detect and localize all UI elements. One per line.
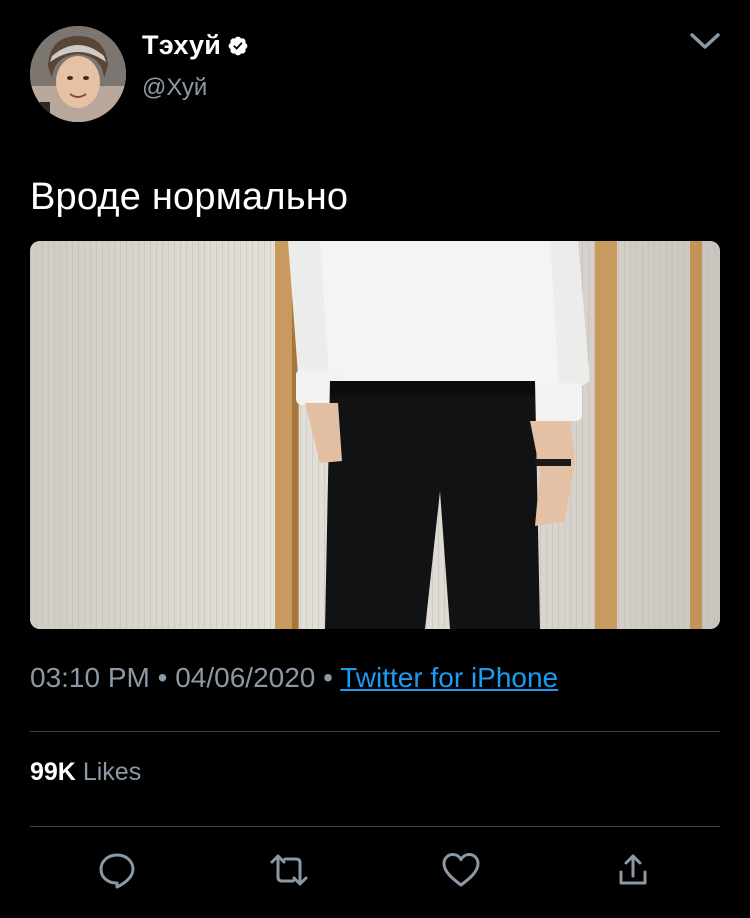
tweet-text: Вроде нормально [30, 176, 349, 218]
retweet-icon [270, 854, 308, 886]
media-photo [30, 241, 720, 629]
tweet-date: 04/06/2020 [175, 662, 316, 693]
avatar[interactable] [30, 26, 126, 122]
reply-button[interactable] [97, 850, 137, 890]
verified-badge-icon [228, 36, 248, 55]
tweet-source-link[interactable]: Twitter for iPhone [340, 662, 558, 693]
likes-count: 99K [30, 758, 76, 786]
meta-separator: • [323, 662, 333, 693]
tweet-media-image[interactable] [30, 241, 720, 629]
user-name-row[interactable]: Тэхуй [142, 30, 249, 61]
reply-icon [99, 853, 135, 889]
tweet-meta: 03:10 PM • 04/06/2020 • Twitter for iPho… [30, 662, 558, 694]
chevron-down-icon[interactable] [688, 28, 722, 54]
like-button[interactable] [441, 850, 481, 890]
likes-label: Likes [82, 758, 142, 786]
action-bar [0, 850, 750, 894]
likes-stat[interactable]: 99K Likes [30, 758, 141, 787]
meta-separator: • [157, 662, 168, 693]
display-name[interactable]: Тэхуй [142, 30, 221, 61]
retweet-button[interactable] [269, 850, 309, 890]
user-handle[interactable]: @Хуй [142, 74, 207, 102]
share-icon [619, 854, 647, 885]
divider [30, 731, 720, 732]
divider [30, 826, 720, 827]
share-button[interactable] [613, 850, 653, 890]
tweet-time: 03:10 PM [30, 662, 150, 693]
heart-icon [442, 853, 480, 887]
avatar-image [30, 26, 126, 122]
